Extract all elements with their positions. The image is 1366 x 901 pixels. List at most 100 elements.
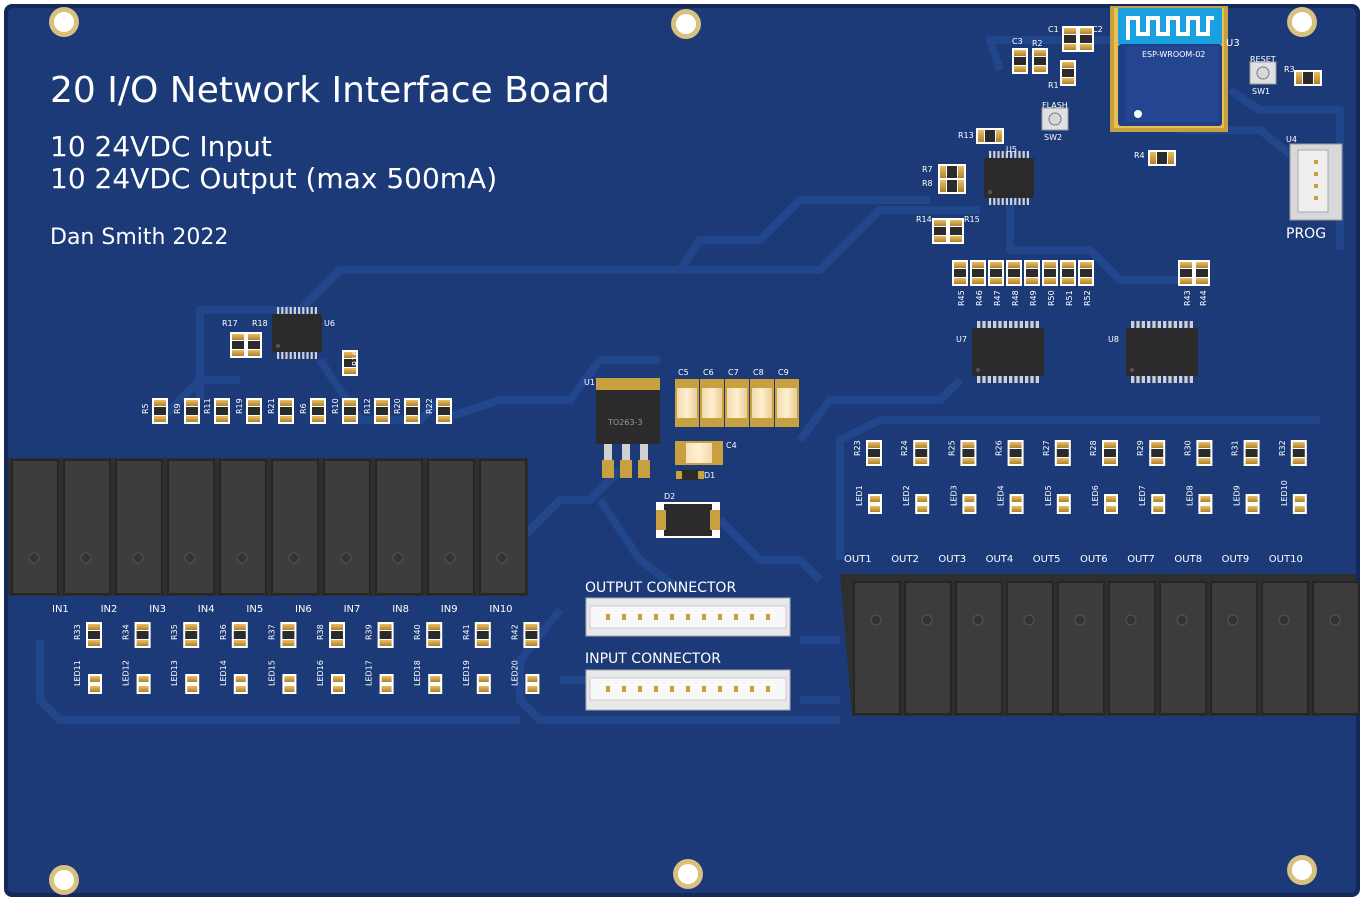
relay [1210,581,1258,715]
sw1-ref: SW1 [1252,87,1270,96]
resistor [1149,440,1166,466]
u7-chip [972,321,1044,383]
r14-ref: R14 [916,215,932,224]
led [136,674,151,694]
resistor [86,622,102,648]
input-led-ref: LED12 [122,660,131,686]
input-channel-label: IN5 [246,604,263,615]
d1-ref: D1 [704,471,715,480]
board-title: 20 I/O Network Interface Board [50,70,610,111]
led [379,674,394,694]
resistor [426,622,443,648]
resistor [342,398,358,424]
relay [955,581,1003,715]
input-channel-label: IN8 [392,604,409,615]
input-channel-label: IN9 [441,604,458,615]
led [1104,494,1118,514]
resistor [246,332,262,358]
input-channel-label: IN2 [101,604,118,615]
u8-chip [1126,321,1198,383]
resistor [231,622,248,648]
input-channel-label: IN10 [489,604,512,615]
top-resistor-ref: R50 [1047,290,1056,306]
relay [115,459,163,595]
r16-ref: R16 [351,350,360,366]
output-connector-label: OUTPUT CONNECTOR [585,580,736,596]
r18-ref: R18 [252,319,268,328]
c4-ref: C4 [726,441,737,450]
led [1292,494,1307,514]
input-connector-label: INPUT CONNECTOR [585,651,721,667]
output-resistor-ref: R27 [1042,440,1051,456]
output-channel-label: OUT2 [891,554,919,565]
led [331,674,345,694]
relay [479,459,527,595]
relay [271,459,319,595]
top-resistor-ref: R48 [1011,290,1020,306]
reset-label: RESET [1250,55,1276,64]
capacitor-ref: C7 [728,368,739,377]
c3-ref: C3 [1012,37,1023,46]
led [282,674,297,694]
output-channel-label: OUT9 [1222,554,1250,565]
top-resistor-ref: R52 [1083,290,1092,306]
output-resistor-ref: R28 [1089,440,1098,456]
output-channel-label: OUT1 [844,554,872,565]
relay [323,459,371,595]
resistor [278,398,294,424]
output-resistor-ref: R30 [1183,440,1192,456]
top-resistor-ref: R47 [993,290,1002,306]
resistor [1007,440,1024,466]
led [868,494,882,514]
r1-ref: R1 [1048,81,1059,90]
input-resistor-ref: R22 [425,398,434,414]
input-resistor-ref: R34 [122,624,131,640]
capacitor-ref: C8 [753,368,764,377]
input-resistor-ref: R35 [170,624,179,640]
board-author: Dan Smith 2022 [50,225,228,250]
input-resistor-ref: R42 [510,624,519,640]
board-subtitle-input: 10 24VDC Input [50,130,272,163]
resistor [1148,150,1176,166]
resistor [152,398,168,424]
resistor [214,398,230,424]
resistor [374,398,390,424]
c2-ref: C2 [1092,25,1103,34]
resistor [230,332,246,358]
output-relays [840,574,1360,716]
resistor [866,440,882,466]
resistor [183,622,200,648]
led [1151,494,1166,514]
resistor [970,260,986,286]
input-resistor-ref: R11 [203,398,212,414]
output-led-ref: LED4 [997,485,1006,506]
input-resistor-ref: R10 [331,398,340,414]
input-resistor-ref: R20 [393,398,402,414]
resistor [960,440,977,466]
board-subtitle-output: 10 24VDC Output (max 500mA) [50,162,497,195]
led [915,494,930,514]
input-led-ref: LED20 [510,660,519,686]
relay [1108,581,1156,715]
input-led-ref: LED17 [365,660,374,686]
output-led-ref: LED9 [1233,485,1242,506]
r13-ref: R13 [958,131,974,140]
relay [167,459,215,595]
capacitor [775,379,799,427]
sw2-ref: SW2 [1044,133,1062,142]
output-led-ref: LED10 [1280,480,1289,506]
resistor [952,260,968,286]
resistor [913,440,930,466]
input-led-ref: LED16 [316,660,325,686]
d1-diode: D1 [676,470,715,480]
top-resistor-ref: R46 [975,290,984,306]
prog-label: PROG [1286,226,1326,242]
input-resistor-ref: R12 [363,398,372,414]
output-led-ref: LED2 [902,485,911,506]
output-led-ref: LED3 [949,485,958,506]
resistor [1032,48,1048,74]
resistor [329,622,345,648]
resistor [523,622,540,648]
resistor [1012,48,1028,74]
resistor [1062,26,1078,52]
